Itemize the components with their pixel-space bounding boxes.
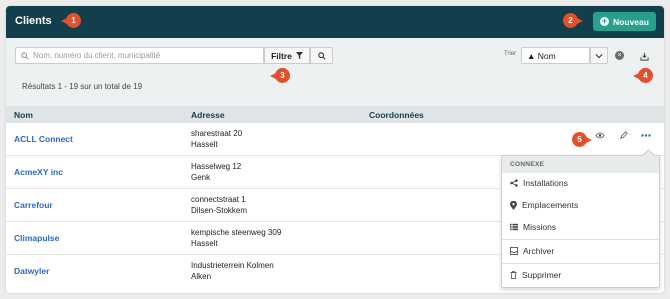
search-input[interactable]: Nom, numéro du client, municipalité — [15, 47, 264, 64]
new-button-label: Nouveau — [613, 16, 649, 27]
annotation-marker-4: 4 — [633, 68, 653, 83]
new-client-button[interactable]: + Nouveau — [593, 12, 656, 31]
menu-item-label: Missions — [523, 222, 557, 232]
sort-select[interactable]: ▲ Nom — [521, 47, 590, 64]
table-header: Nom Adresse Coordonnées — [6, 106, 664, 123]
map-pin-icon — [510, 200, 517, 210]
client-address: Industrieterrein Kolmen Alken — [191, 260, 274, 282]
menu-divider — [502, 263, 659, 264]
address-street: sharestraat 20 — [191, 129, 243, 138]
column-address[interactable]: Adresse — [191, 110, 225, 120]
client-name-link[interactable]: Datwyler — [14, 266, 49, 276]
sort-label: Trier — [504, 51, 517, 57]
column-contact[interactable]: Coordonnées — [369, 110, 424, 120]
client-name-link[interactable]: Climapulse — [14, 233, 59, 243]
annotation-marker-5: 5 — [572, 132, 592, 147]
export-button[interactable] — [636, 48, 653, 64]
view-icon[interactable] — [593, 128, 607, 142]
menu-item-emplacements[interactable]: Emplacements — [502, 195, 659, 215]
client-name-link[interactable]: Carrefour — [14, 200, 53, 210]
client-address: connectstraat 1 Dilsen-Stokkem — [191, 194, 247, 216]
filter-icon — [295, 52, 303, 59]
row-actions — [588, 128, 653, 142]
filter-button[interactable]: Filtre — [264, 47, 310, 64]
address-street: Industrieterrein Kolmen — [191, 261, 274, 270]
menu-item-label: Installations — [523, 178, 568, 188]
results-count: Résultats 1 - 19 sur un total de 19 — [22, 82, 143, 91]
address-city: Dilsen-Stokkem — [191, 206, 248, 215]
menu-item-label: Archiver — [523, 246, 555, 256]
archive-icon — [510, 247, 518, 255]
annotation-marker-1: 1 — [61, 13, 81, 28]
sort-dropdown-button[interactable] — [590, 47, 608, 64]
annotation-marker-2: 2 — [563, 13, 583, 28]
menu-item-label: Supprimer — [522, 270, 562, 280]
address-street: Hasselweg 12 — [191, 162, 242, 171]
address-city: Hasselt — [191, 239, 218, 248]
share-icon — [510, 179, 518, 187]
clear-sort-icon[interactable]: × — [615, 51, 624, 60]
column-name[interactable]: Nom — [14, 110, 33, 120]
address-street: kempische steenweg 309 — [191, 228, 282, 237]
menu-item-missions[interactable]: Missions — [502, 217, 659, 237]
client-name-link[interactable]: AcmeXY inc — [14, 167, 63, 177]
plus-icon: + — [600, 16, 610, 26]
client-address: kempische steenweg 309 Hasselt — [191, 227, 281, 249]
filter-label: Filtre — [271, 50, 292, 61]
search-icon — [21, 51, 29, 60]
table-row[interactable]: ACLL Connect sharestraat 20 Hasselt — [6, 123, 664, 156]
client-address: sharestraat 20 Hasselt — [191, 128, 242, 150]
address-city: Hasselt — [191, 140, 218, 149]
search-icon — [317, 51, 326, 60]
address-city: Genk — [191, 173, 211, 182]
client-address: Hasselweg 12 Genk — [191, 161, 241, 183]
search-button[interactable] — [310, 47, 333, 64]
address-street: connectstraat 1 — [191, 195, 246, 204]
row-actions-menu: CONNEXE Installations Emplacements Missi… — [501, 155, 660, 288]
download-icon — [640, 52, 649, 61]
chevron-down-icon — [595, 53, 603, 58]
list-icon — [510, 223, 518, 231]
address-city: Alken — [191, 272, 212, 281]
more-options-icon[interactable] — [639, 128, 653, 142]
trash-icon — [510, 271, 517, 279]
menu-item-installations[interactable]: Installations — [502, 173, 659, 193]
menu-item-supprimer[interactable]: Supprimer — [502, 265, 659, 285]
edit-icon[interactable] — [617, 128, 631, 142]
menu-item-label: Emplacements — [522, 200, 579, 210]
menu-divider — [502, 239, 659, 240]
menu-section-header: CONNEXE — [502, 156, 659, 173]
client-name-link[interactable]: ACLL Connect — [14, 134, 73, 144]
toolbar: Nom, numéro du client, municipalité Filt… — [6, 38, 664, 106]
page-title: Clients — [15, 15, 52, 27]
annotation-marker-3: 3 — [270, 68, 290, 83]
menu-item-archiver[interactable]: Archiver — [502, 241, 659, 261]
search-placeholder: Nom, numéro du client, municipalité — [33, 51, 161, 60]
